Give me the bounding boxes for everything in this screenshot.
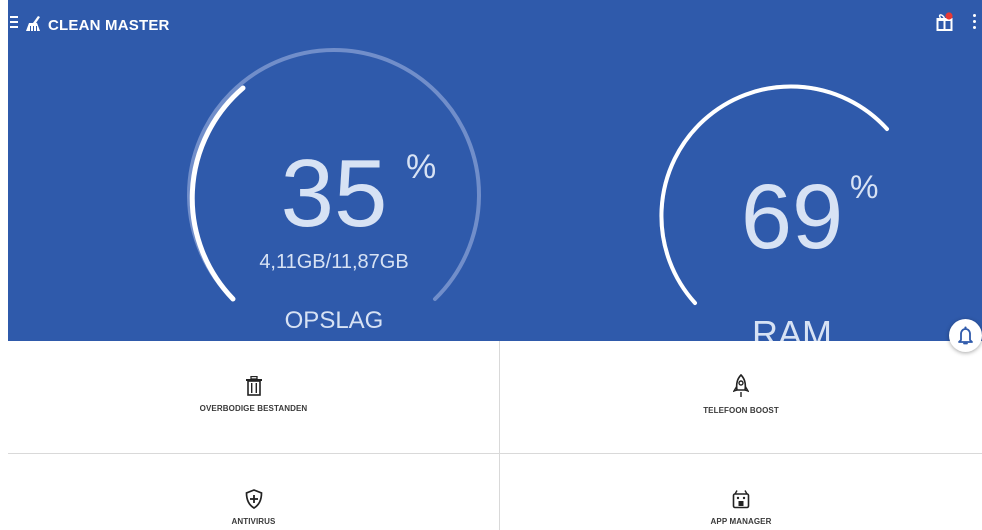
tile-antivirus[interactable]: ANTIVIRUS — [8, 489, 499, 526]
trash-icon — [245, 376, 262, 396]
gauges-area: 35 % 4,11GB/11,87GB OPSLAG 69 % RAM — [187, 48, 889, 341]
app-title: CLEAN MASTER — [48, 17, 170, 34]
grid-divider-horizontal — [8, 453, 982, 454]
ram-percent-sign: % — [850, 169, 878, 205]
tile-junk-files[interactable]: OVERBODIGE BESTANDEN — [8, 376, 499, 413]
storage-percent-sign: % — [406, 148, 436, 186]
storage-gauge[interactable]: 35 % 4,11GB/11,87GB OPSLAG — [187, 48, 481, 334]
notification-bell-button[interactable] — [949, 319, 982, 352]
tile-phone-boost[interactable]: TELEFOON BOOST — [500, 374, 982, 415]
more-vert-icon[interactable] — [971, 14, 977, 34]
gift-icon[interactable] — [936, 12, 954, 32]
broom-icon — [26, 16, 40, 31]
notification-badge — [945, 12, 953, 20]
tile-app-manager-label: APP MANAGER — [710, 517, 772, 526]
storage-gauge-fill — [189, 85, 246, 302]
app-manager-icon — [732, 490, 750, 509]
dashboard-header: 35 % 4,11GB/11,87GB OPSLAG 69 % RAM CLEA… — [8, 0, 982, 341]
storage-usage-detail: 4,11GB/11,87GB — [259, 251, 408, 273]
ram-gauge-label: RAM — [752, 313, 832, 341]
bell-icon — [958, 326, 973, 345]
storage-gauge-label: OPSLAG — [285, 307, 384, 334]
ram-gauge[interactable]: 69 % RAM — [659, 84, 889, 341]
ram-percent-value: 69 — [741, 166, 843, 268]
tile-app-manager[interactable]: APP MANAGER — [500, 489, 982, 526]
tile-antivirus-label: ANTIVIRUS — [231, 517, 276, 526]
storage-percent-value: 35 — [281, 140, 388, 247]
tile-junk-files-label: OVERBODIGE BESTANDEN — [199, 404, 308, 413]
rocket-icon — [733, 374, 749, 397]
menu-icon[interactable] — [10, 16, 18, 30]
feature-grid: OVERBODIGE BESTANDEN TELEFOON BOOST ANTI… — [8, 341, 982, 530]
top-app-bar: CLEAN MASTER — [8, 0, 982, 50]
shield-plus-icon — [245, 489, 262, 509]
tile-phone-boost-label: TELEFOON BOOST — [703, 406, 779, 415]
